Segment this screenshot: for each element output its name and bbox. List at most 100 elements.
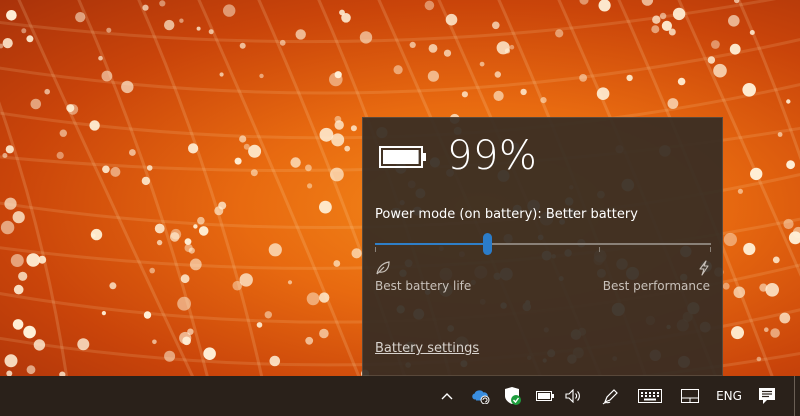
wallpaper-droplet [264, 311, 272, 319]
wallpaper-droplet [479, 61, 485, 67]
show-desktop-button[interactable] [794, 376, 795, 416]
wallpaper-droplet [540, 97, 547, 104]
wallpaper-droplet [307, 183, 313, 189]
wallpaper-droplet [749, 30, 755, 35]
battery-icon [536, 391, 554, 401]
best-performance-label: Best performance [602, 279, 710, 293]
windows-ink-button[interactable] [598, 376, 624, 416]
wallpaper-droplet [344, 145, 351, 152]
wallpaper-droplet [319, 292, 330, 303]
wallpaper-droplet [250, 169, 258, 177]
wallpaper-droplet [779, 312, 791, 324]
wallpaper-strand [77, 0, 209, 376]
wallpaper-droplet [197, 216, 205, 225]
input-language-button[interactable]: ENG [712, 376, 746, 416]
wallpaper-droplet [0, 220, 15, 235]
wallpaper-droplet [305, 164, 312, 172]
wallpaper-droplet [729, 43, 741, 55]
slider-fill [375, 243, 487, 245]
wallpaper-droplet [445, 13, 458, 26]
wallpaper-droplet [711, 40, 720, 49]
wallpaper-droplet [141, 176, 151, 186]
wallpaper-droplet [177, 296, 192, 311]
wallpaper-droplet [189, 258, 202, 271]
wallpaper-droplet [770, 328, 780, 338]
wallpaper-droplet [772, 256, 780, 264]
taskbar: ENG [0, 376, 800, 416]
show-hidden-icons-button[interactable] [436, 376, 458, 416]
wallpaper-droplet [101, 311, 106, 316]
wallpaper-strand [0, 0, 777, 44]
touchpad-button[interactable] [678, 376, 702, 416]
wallpaper-droplet [555, 29, 564, 38]
wallpaper-droplet [496, 41, 510, 55]
wallpaper-droplet [12, 211, 25, 224]
wallpaper-strand [0, 101, 69, 376]
wallpaper-droplet [98, 55, 103, 61]
power-mode-slider[interactable] [375, 233, 711, 255]
wallpaper-droplet [672, 7, 686, 21]
wallpaper-droplet [731, 326, 744, 340]
wallpaper-droplet [319, 328, 329, 339]
wallpaper-droplet [239, 42, 246, 49]
wallpaper-droplet [598, 0, 611, 12]
wallpaper-droplet [152, 339, 157, 345]
touch-keyboard-button[interactable] [634, 376, 666, 416]
wallpaper-droplet [110, 166, 121, 177]
battery-tray-button[interactable] [534, 376, 556, 416]
wallpaper-droplet [234, 157, 242, 165]
slider-thumb[interactable] [483, 233, 492, 255]
wallpaper-droplet [67, 104, 79, 115]
wallpaper-droplet [667, 98, 679, 109]
wallpaper-droplet [30, 98, 42, 110]
onedrive-sync-icon [472, 390, 490, 404]
wallpaper-droplet [786, 99, 791, 104]
wallpaper-droplet [287, 280, 293, 285]
wallpaper-droplet [493, 90, 504, 101]
wallpaper-droplet [393, 65, 403, 75]
wallpaper-droplet [26, 35, 34, 43]
windows-security-icon [505, 387, 521, 405]
battery-percentage: 99% [447, 133, 538, 179]
wallpaper-droplet [579, 74, 587, 82]
chevron-up-icon [441, 393, 453, 400]
battery-settings-link[interactable]: Battery settings [375, 341, 479, 356]
wallpaper-droplet [713, 63, 727, 78]
wallpaper-droplet [290, 157, 301, 168]
wallpaper-droplet [180, 274, 190, 284]
wallpaper-droplet [106, 27, 112, 33]
wallpaper-droplet [659, 12, 667, 20]
wallpaper-droplet [742, 83, 756, 97]
action-center-icon [759, 388, 775, 404]
wallpaper-droplet [223, 4, 236, 17]
wallpaper-droplet [786, 160, 795, 170]
wallpaper-droplet [179, 331, 192, 345]
wallpaper-droplet [334, 115, 342, 123]
wallpaper-droplet [661, 20, 673, 31]
onedrive-button[interactable] [468, 376, 494, 416]
volume-icon [565, 389, 580, 403]
slider-tick [375, 247, 376, 252]
action-center-button[interactable] [754, 376, 780, 416]
lightning-icon [699, 260, 709, 276]
windows-security-button[interactable] [500, 376, 524, 416]
wallpaper-droplet [494, 71, 501, 78]
slider-tick [710, 247, 711, 252]
wallpaper-droplet [4, 354, 18, 368]
wallpaper-droplet [350, 125, 357, 132]
wallpaper-droplet [2, 153, 8, 158]
wallpaper-droplet [319, 200, 332, 214]
wallpaper-droplet [75, 12, 86, 23]
wallpaper-droplet [579, 0, 589, 5]
volume-button[interactable] [562, 376, 586, 416]
wallpaper-droplet [651, 25, 660, 34]
wallpaper-droplet [707, 56, 716, 64]
wallpaper-droplet [520, 88, 527, 96]
wallpaper-droplet [351, 248, 362, 259]
wallpaper-droplet [4, 197, 17, 210]
wallpaper-droplet [188, 143, 199, 154]
wallpaper-droplet [677, 77, 686, 86]
best-battery-life-label: Best battery life [375, 279, 472, 293]
wallpaper-droplet [159, 0, 166, 7]
wallpaper-droplet [248, 144, 262, 158]
